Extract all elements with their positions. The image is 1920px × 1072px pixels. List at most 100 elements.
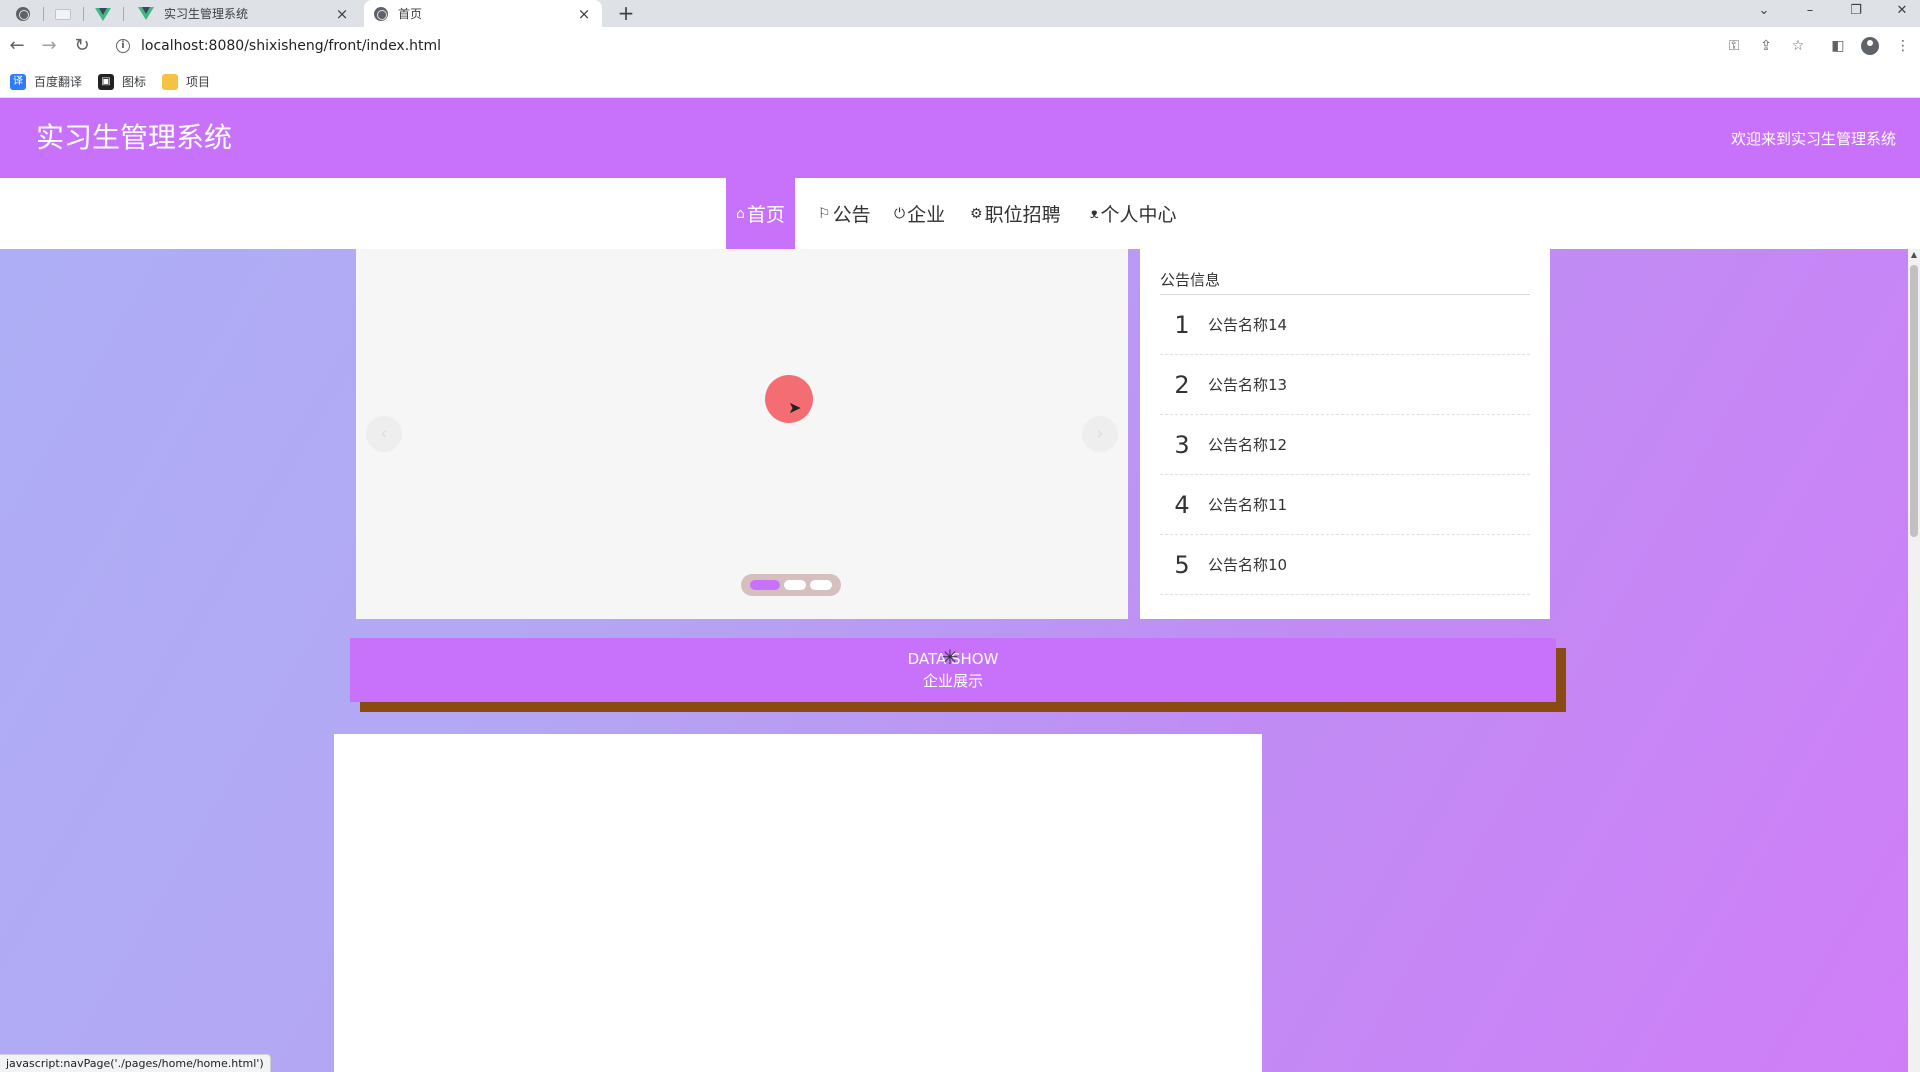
- bookmarks-bar: 译 百度翻译 ▣ 图标 项目: [0, 66, 1920, 98]
- bookmark-label: 项目: [186, 75, 211, 89]
- pinned-tab-blank[interactable]: [46, 3, 80, 25]
- notice-item[interactable]: 1 公告名称14: [1160, 295, 1530, 355]
- menu-kebab-icon[interactable]: ⋮: [1893, 36, 1913, 56]
- notice-name[interactable]: 公告名称11: [1208, 494, 1287, 515]
- loading-spinner-icon: ✳: [941, 645, 959, 669]
- browser-tab[interactable]: 实习生管理系统 ×: [128, 0, 360, 27]
- power-icon: ⏻: [894, 205, 906, 222]
- url-text[interactable]: localhost:8080/shixisheng/front/index.ht…: [141, 38, 441, 54]
- notice-name[interactable]: 公告名称10: [1208, 554, 1287, 575]
- notice-name[interactable]: 公告名称14: [1208, 314, 1287, 335]
- nav-label: 个人中心: [1100, 204, 1177, 226]
- info-icon[interactable]: i: [116, 39, 130, 53]
- mouse-cursor-icon: ➤: [788, 398, 802, 417]
- flag-icon: ⚐: [818, 205, 831, 222]
- address-bar[interactable]: i localhost:8080/shixisheng/front/index.…: [106, 31, 1786, 61]
- notice-rank: 3: [1174, 430, 1190, 459]
- key-icon[interactable]: ⚿: [1724, 36, 1744, 56]
- browser-toolbar: ← → ↻ i localhost:8080/shixisheng/front/…: [0, 27, 1920, 66]
- new-tab-button[interactable]: +: [614, 1, 638, 25]
- vue-logo-icon: [138, 7, 154, 20]
- page-scrollbar[interactable]: ▲: [1908, 249, 1920, 1072]
- notice-panel-title: 公告信息: [1160, 269, 1530, 295]
- bookmark-item[interactable]: 译 百度翻译: [10, 73, 82, 90]
- minimize-button[interactable]: –: [1790, 0, 1830, 22]
- nav-item-profile[interactable]: ᴥ 个人中心: [1080, 178, 1187, 249]
- scroll-up-arrow-icon[interactable]: ▲: [1908, 249, 1920, 261]
- restore-button[interactable]: ❐: [1836, 0, 1876, 22]
- folder-icon: [162, 73, 179, 90]
- notice-name[interactable]: 公告名称13: [1208, 374, 1287, 395]
- forward-button[interactable]: →: [38, 35, 60, 57]
- close-window-button[interactable]: ✕: [1882, 0, 1920, 22]
- share-icon[interactable]: ⇪: [1756, 36, 1776, 56]
- translate-icon: 译: [10, 73, 26, 90]
- profile-button[interactable]: [1860, 36, 1880, 56]
- side-panel-icon[interactable]: ◧: [1828, 36, 1848, 56]
- company-showcase-area: [334, 734, 1262, 1072]
- welcome-text: 欢迎来到实习生管理系统: [1730, 130, 1896, 148]
- tab-separator: [83, 7, 84, 21]
- carousel-prev-button[interactable]: ‹: [366, 416, 402, 452]
- bookmark-item[interactable]: 项目: [162, 73, 210, 90]
- carousel-next-button[interactable]: ›: [1082, 416, 1118, 452]
- avatar-icon: [1861, 37, 1879, 55]
- nav-item-company[interactable]: ⏻ 企业: [884, 178, 955, 249]
- image-icon: ▣: [98, 73, 115, 90]
- nav-item-jobs[interactable]: ⚙ 职位招聘: [960, 178, 1071, 249]
- site-header: 实习生管理系统 欢迎来到实习生管理系统: [0, 98, 1920, 178]
- globe-icon: [374, 6, 388, 21]
- star-icon[interactable]: ☆: [1788, 36, 1808, 56]
- blank-page-icon: [55, 8, 71, 20]
- notice-rank: 1: [1174, 310, 1190, 339]
- notice-item[interactable]: 3 公告名称12: [1160, 415, 1530, 475]
- tab-title: 实习生管理系统: [164, 7, 249, 21]
- scrollbar-thumb[interactable]: [1910, 265, 1918, 537]
- carousel-dot-active[interactable]: [750, 580, 780, 590]
- tab-close-button[interactable]: ×: [334, 5, 350, 23]
- globe-icon: [16, 7, 30, 21]
- notice-rank: 4: [1174, 490, 1190, 519]
- tab-separator: [123, 7, 124, 21]
- page-viewport: 实习生管理系统 欢迎来到实习生管理系统 ⌂ 首页 ⚐ 公告 ⏻ 企业 ⚙ 职位招…: [0, 98, 1920, 1072]
- status-bar-url: javascript:navPage('./pages/home/home.ht…: [0, 1054, 271, 1072]
- pinned-tab-vue[interactable]: [86, 3, 120, 25]
- nav-item-home[interactable]: ⌂ 首页: [726, 178, 795, 249]
- nav-label: 首页: [746, 204, 785, 226]
- notice-name[interactable]: 公告名称12: [1208, 434, 1287, 455]
- section-header: DATA SHOW 企业展示 ✳: [350, 638, 1556, 702]
- browser-tab-bar: 实习生管理系统 × 首页 × + ⌄ – ❐ ✕: [0, 0, 1920, 27]
- notice-rank: 5: [1174, 550, 1190, 579]
- bookmark-label: 图标: [122, 75, 147, 89]
- carousel-dot[interactable]: [784, 580, 806, 590]
- vue-logo-icon: [95, 7, 111, 21]
- tab-search-button[interactable]: ⌄: [1744, 0, 1784, 22]
- tab-close-button[interactable]: ×: [576, 5, 592, 23]
- back-button[interactable]: ←: [6, 35, 28, 57]
- reload-button[interactable]: ↻: [71, 35, 93, 57]
- home-icon: ⌂: [736, 205, 745, 222]
- browser-tab-active[interactable]: 首页 ×: [364, 0, 602, 27]
- nav-label: 公告: [832, 204, 871, 226]
- user-icon: ᴥ: [1090, 206, 1099, 222]
- tab-separator: [43, 7, 44, 21]
- nav-item-notice[interactable]: ⚐ 公告: [808, 178, 881, 249]
- nav-label: 职位招聘: [984, 204, 1061, 226]
- bookmark-label: 百度翻译: [34, 75, 83, 89]
- notice-rank: 2: [1174, 370, 1190, 399]
- section-title-cn: 企业展示: [922, 672, 983, 690]
- carousel-indicators: [741, 574, 841, 596]
- carousel-dot[interactable]: [810, 580, 832, 590]
- pinned-tab-globe[interactable]: [6, 3, 40, 25]
- notice-item[interactable]: 4 公告名称11: [1160, 475, 1530, 535]
- main-nav: ⌂ 首页 ⚐ 公告 ⏻ 企业 ⚙ 职位招聘 ᴥ 个人中心: [0, 178, 1920, 249]
- nav-label: 企业: [907, 204, 946, 226]
- notice-item[interactable]: 5 公告名称10: [1160, 535, 1530, 595]
- notice-panel: 公告信息 1 公告名称14 2 公告名称13 3 公告名称12 4 公告名称11…: [1140, 249, 1550, 619]
- site-title: 实习生管理系统: [36, 121, 233, 154]
- tab-title: 首页: [398, 7, 423, 21]
- notice-item[interactable]: 2 公告名称13: [1160, 355, 1530, 415]
- gear-icon: ⚙: [970, 205, 983, 222]
- bookmark-item[interactable]: ▣ 图标: [98, 73, 146, 90]
- image-carousel[interactable]: ‹ › ➤: [356, 249, 1128, 619]
